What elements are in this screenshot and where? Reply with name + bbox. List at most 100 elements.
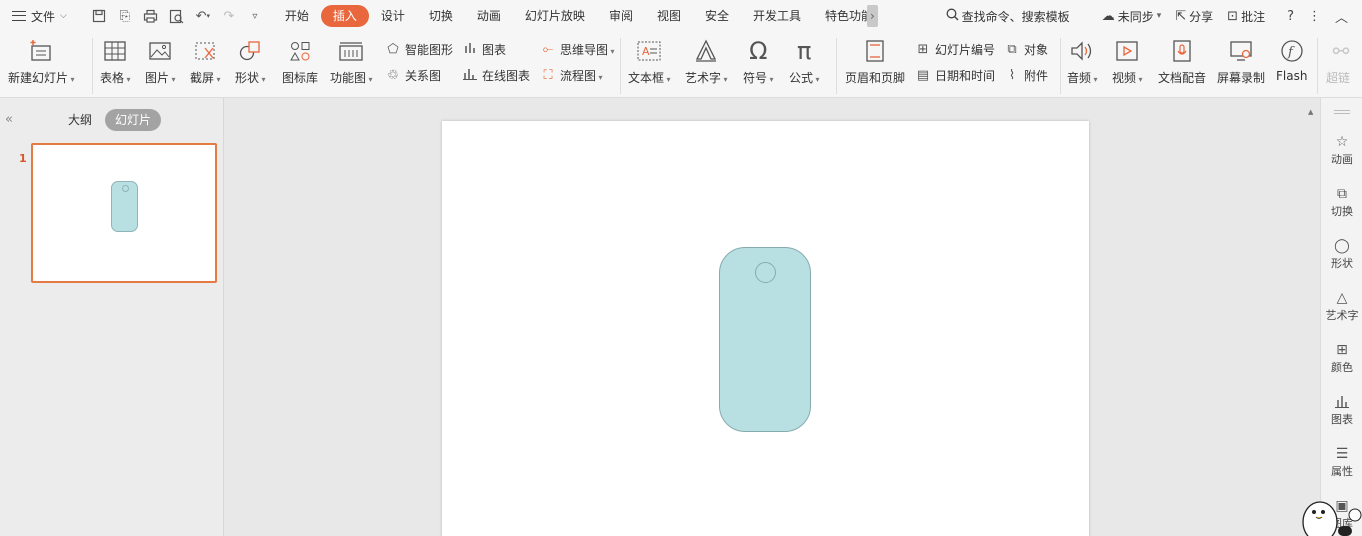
tab-home[interactable]: 开始 bbox=[273, 5, 321, 27]
file-menu-button[interactable]: 文件 ⌵ bbox=[0, 0, 75, 32]
search-icon bbox=[946, 8, 959, 25]
online-chart-label: 在线图表 bbox=[482, 68, 531, 83]
smart-shape-label: 智能图形 bbox=[405, 42, 454, 57]
quick-access-toolbar: ⎘ ↶ ▾ ↷ ▿ bbox=[87, 4, 267, 28]
slide-canvas[interactable] bbox=[442, 121, 1089, 536]
tab-outline[interactable]: 大纲 bbox=[58, 109, 102, 131]
tab-features[interactable]: 特色功能 bbox=[813, 5, 871, 27]
function-chart-button[interactable]: 功能图 bbox=[330, 36, 373, 86]
scroll-up-arrow-icon[interactable]: ▲ bbox=[1308, 108, 1313, 116]
pane-shape[interactable]: ◯ 形状 bbox=[1321, 238, 1362, 271]
doc-voice-button[interactable]: 文档配音 bbox=[1158, 36, 1206, 86]
more-options-button[interactable]: ⋮ bbox=[1302, 4, 1327, 28]
redo-icon[interactable]: ↷ bbox=[217, 4, 241, 28]
audio-button[interactable]: 音频 bbox=[1067, 36, 1098, 86]
svg-text:f: f bbox=[1287, 45, 1295, 60]
object-button[interactable]: ⧉ 对象 bbox=[1004, 39, 1048, 59]
tabs-scroll-right-button[interactable]: › bbox=[867, 5, 878, 27]
customize-toolbar-icon[interactable]: ▿ bbox=[243, 4, 267, 28]
collapse-panel-icon[interactable]: « bbox=[5, 112, 13, 127]
screenshot-icon bbox=[190, 36, 220, 66]
pane-shape-label: 形状 bbox=[1331, 257, 1353, 270]
format-painter-icon[interactable]: ⎘ bbox=[113, 4, 137, 28]
help-button[interactable]: ? bbox=[1281, 4, 1300, 28]
link-icon: ⚯ bbox=[1332, 39, 1350, 63]
flowchart-button[interactable]: ⛶ 流程图 bbox=[540, 65, 603, 85]
date-time-button[interactable]: ▤ 日期和时间 bbox=[915, 65, 995, 85]
slide-number-button[interactable]: ⊞ 幻灯片编号 bbox=[915, 39, 995, 59]
online-chart-button[interactable]: 在线图表 bbox=[462, 65, 530, 85]
undo-icon[interactable]: ↶ ▾ bbox=[191, 4, 215, 28]
video-button[interactable]: 视频 bbox=[1112, 36, 1143, 86]
wordart-button[interactable]: 艺术字 bbox=[685, 36, 728, 86]
comment-label: 批注 bbox=[1241, 9, 1266, 24]
shape-button[interactable]: 形状 bbox=[235, 36, 266, 86]
chevron-up-icon: ︿ bbox=[1334, 10, 1348, 26]
new-slide-icon bbox=[26, 36, 56, 66]
tab-animation[interactable]: 动画 bbox=[465, 5, 513, 27]
cloud-sync-icon: ☁ bbox=[1101, 8, 1115, 24]
panel-grip[interactable] bbox=[1334, 110, 1350, 114]
tab-insert[interactable]: 插入 bbox=[320, 5, 369, 27]
new-slide-button[interactable]: 新建幻灯片 bbox=[8, 36, 75, 86]
mindmap-button[interactable]: ⟜ 思维导图 bbox=[540, 39, 615, 59]
video-label: 视频 bbox=[1112, 69, 1143, 86]
save-icon[interactable] bbox=[87, 4, 111, 28]
icon-library-button[interactable]: 图标库 bbox=[282, 36, 318, 86]
function-chart-label: 功能图 bbox=[330, 69, 373, 86]
tab-security[interactable]: 安全 bbox=[693, 5, 741, 27]
pane-properties-label: 属性 bbox=[1331, 465, 1353, 478]
tab-transition[interactable]: 切换 bbox=[417, 5, 465, 27]
pane-animation[interactable]: ☆ 动画 bbox=[1321, 134, 1362, 167]
doc-voice-label: 文档配音 bbox=[1158, 71, 1207, 85]
relation-chart-button[interactable]: ♲ 关系图 bbox=[385, 65, 441, 85]
tab-view[interactable]: 视图 bbox=[645, 5, 693, 27]
print-icon[interactable] bbox=[139, 4, 163, 28]
screen-record-button[interactable]: 屏幕录制 bbox=[1217, 36, 1265, 86]
attachment-label: 附件 bbox=[1024, 68, 1049, 83]
tab-developer[interactable]: 开发工具 bbox=[741, 5, 813, 27]
vertical-scrollbar[interactable]: ▲ bbox=[1304, 98, 1318, 536]
new-slide-label: 新建幻灯片 bbox=[8, 69, 75, 86]
slide-thumbnail[interactable] bbox=[31, 143, 217, 283]
print-preview-icon[interactable] bbox=[165, 4, 189, 28]
flash-button[interactable]: f Flash bbox=[1276, 36, 1307, 83]
pane-chart[interactable]: 图表 bbox=[1321, 394, 1362, 427]
pane-transition[interactable]: ⧉ 切换 bbox=[1321, 186, 1362, 219]
ribbon-separator bbox=[620, 38, 621, 94]
header-footer-button[interactable]: 页眉和页脚 bbox=[845, 36, 905, 86]
tab-slides[interactable]: 幻灯片 bbox=[105, 109, 162, 131]
textbox-button[interactable]: A 文本框 bbox=[628, 36, 671, 86]
mindmap-icon: ⟜ bbox=[542, 41, 554, 57]
table-icon bbox=[100, 36, 130, 66]
audio-label: 音频 bbox=[1067, 69, 1098, 86]
screenshot-button[interactable]: 截屏 bbox=[190, 36, 221, 86]
collapse-ribbon-button[interactable]: ︿ bbox=[1329, 4, 1354, 28]
tab-slideshow[interactable]: 幻灯片放映 bbox=[513, 5, 597, 27]
hyperlink-button[interactable]: ⚯ 超链 bbox=[1326, 36, 1362, 86]
relation-icon: ♲ bbox=[387, 67, 399, 83]
formula-button[interactable]: π 公式 bbox=[789, 36, 820, 86]
tag-shape[interactable] bbox=[719, 247, 811, 432]
pane-color[interactable]: ⊞ 颜色 bbox=[1321, 342, 1362, 375]
table-button[interactable]: 表格 bbox=[100, 36, 131, 86]
assistant-mascot[interactable] bbox=[1298, 492, 1362, 536]
picture-button[interactable]: 图片 bbox=[145, 36, 176, 86]
sync-status-button[interactable]: ☁ 未同步 ▾ bbox=[1096, 4, 1168, 28]
pane-properties[interactable]: ☰ 属性 bbox=[1321, 446, 1362, 479]
smart-shape-button[interactable]: ⬠ 智能图形 bbox=[385, 39, 453, 59]
menu-bar-right: 查找命令、搜索模板 ☁ 未同步 ▾ ⇱ 分享 ⊡ 批注 ? ⋮ ︿ bbox=[940, 4, 1362, 28]
pane-wordart-label: 艺术字 bbox=[1325, 309, 1359, 322]
transition-icon: ⧉ bbox=[1337, 186, 1347, 202]
tab-review[interactable]: 审阅 bbox=[597, 5, 645, 27]
chart-button[interactable]: 图表 bbox=[462, 39, 506, 59]
share-button[interactable]: ⇱ 分享 bbox=[1169, 4, 1219, 28]
attachment-button[interactable]: ⌇ 附件 bbox=[1004, 65, 1048, 85]
properties-icon: ☰ bbox=[1335, 446, 1349, 462]
command-search[interactable]: 查找命令、搜索模板 bbox=[940, 4, 1076, 28]
tab-design[interactable]: 设计 bbox=[369, 5, 417, 27]
symbol-button[interactable]: Ω 符号 bbox=[743, 36, 774, 86]
pane-wordart[interactable]: △ 艺术字 bbox=[1321, 290, 1362, 323]
hyperlink-label: 超链 bbox=[1326, 71, 1351, 85]
comment-button[interactable]: ⊡ 批注 bbox=[1221, 4, 1271, 28]
